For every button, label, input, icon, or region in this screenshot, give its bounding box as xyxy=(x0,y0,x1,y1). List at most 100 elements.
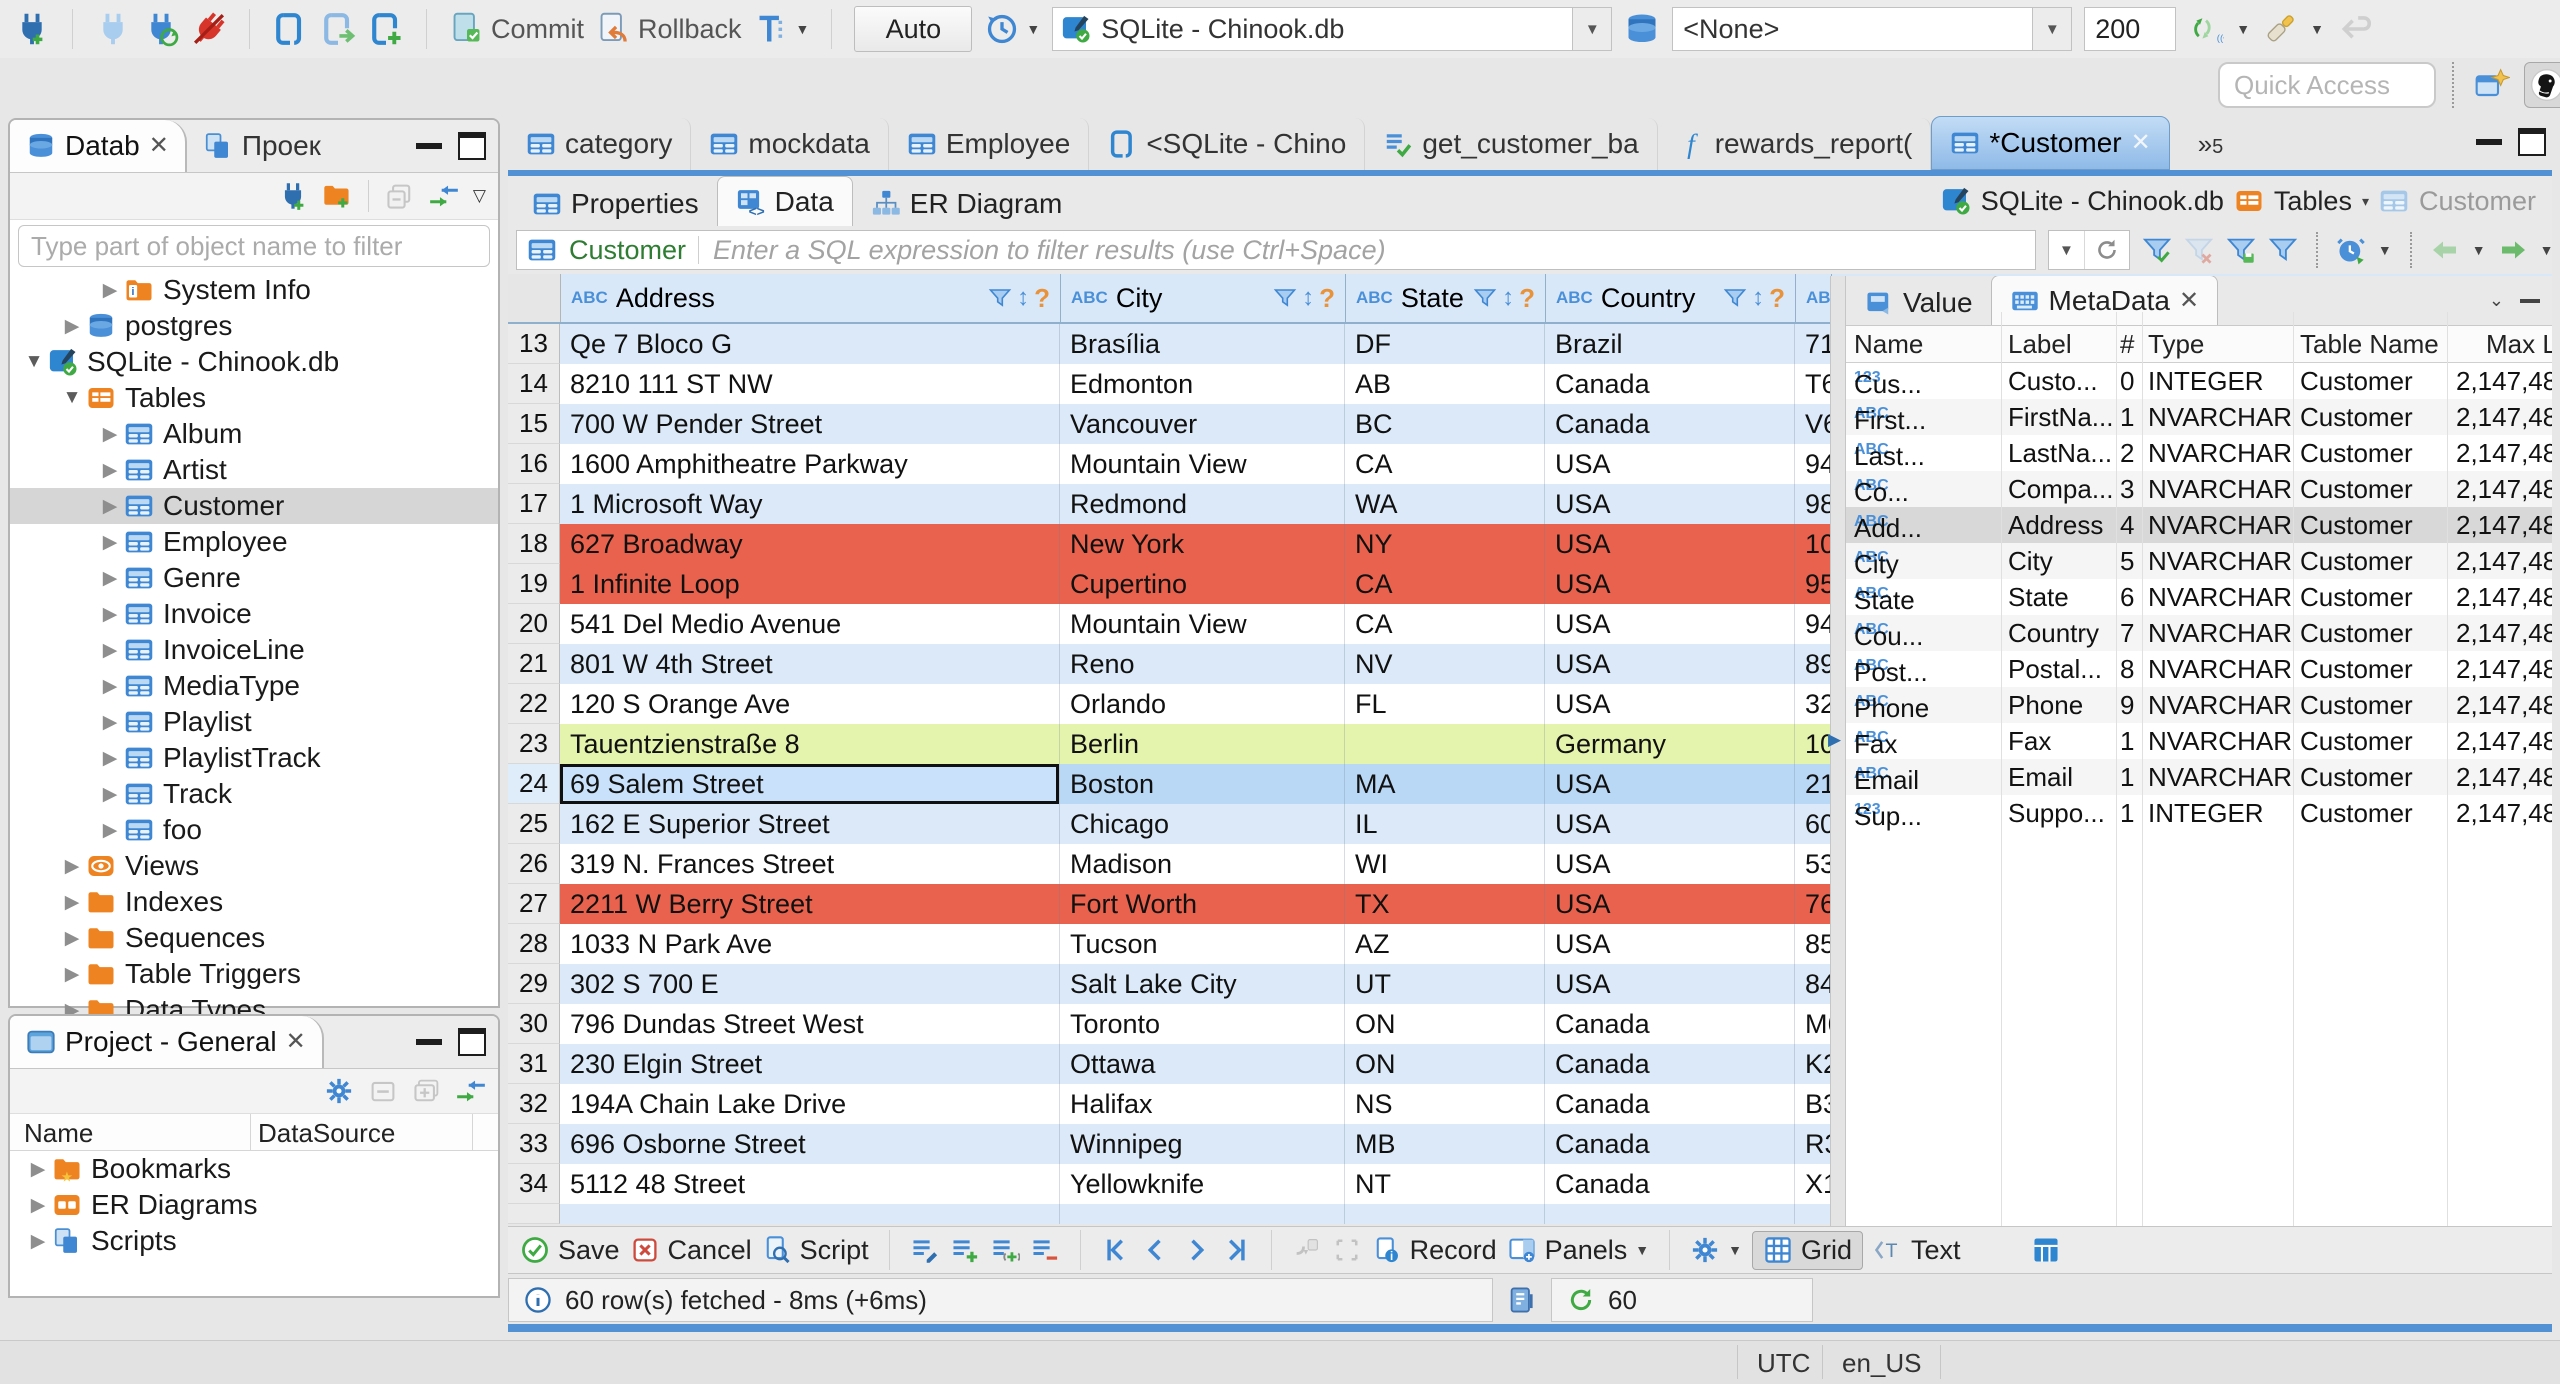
grid-cell[interactable]: FL xyxy=(1345,684,1545,724)
close-icon[interactable]: ✕ xyxy=(149,134,169,158)
grid-cell[interactable]: UT xyxy=(1345,964,1545,1004)
row-number[interactable]: 14 xyxy=(508,364,560,404)
navigator-filter-input[interactable] xyxy=(18,225,490,267)
save-button[interactable]: Save xyxy=(520,1235,620,1266)
grid-cell[interactable]: M6 xyxy=(1795,1004,1831,1044)
rollback-button[interactable]: Rollback xyxy=(596,11,742,47)
tab-database-navigator[interactable]: Datab ✕ xyxy=(10,120,187,172)
grid-cell[interactable]: USA xyxy=(1545,804,1795,844)
grid-cell[interactable]: 10 xyxy=(1795,524,1831,564)
grid-cell[interactable]: 5112 48 Street xyxy=(560,1164,1060,1204)
minimize-icon[interactable] xyxy=(416,143,442,149)
tree-collapsed-arrow-icon[interactable]: ▶ xyxy=(96,531,124,554)
row-number[interactable]: 29 xyxy=(508,964,560,1004)
tree-item-playlisttrack[interactable]: ▶ PlaylistTrack xyxy=(10,740,498,776)
minimize-icon[interactable] xyxy=(2520,298,2540,303)
grid-cell[interactable]: Canada xyxy=(1545,1044,1795,1084)
refresh-connection-icon[interactable]: ((•)) xyxy=(2188,11,2224,47)
search-metadata-icon[interactable] xyxy=(2262,11,2298,47)
tree-item-album[interactable]: ▶ Album xyxy=(10,416,498,452)
breadcrumb-tables[interactable]: Tables xyxy=(2274,186,2352,217)
grid-cell[interactable]: Chicago xyxy=(1060,804,1345,844)
open-perspective-button[interactable] xyxy=(2470,63,2514,107)
grid-cell[interactable]: Brasília xyxy=(1060,324,1345,364)
grid-cell[interactable]: 162 E Superior Street xyxy=(560,804,1060,844)
metadata-column-name[interactable]: Name xyxy=(1854,329,1923,360)
grid-cell[interactable]: Madison xyxy=(1060,844,1345,884)
script-button[interactable]: Script xyxy=(762,1235,869,1266)
grid-cell[interactable]: USA xyxy=(1545,484,1795,524)
apply-filter-icon[interactable] xyxy=(2142,235,2172,265)
calc-panel-icon[interactable] xyxy=(2031,1235,2061,1265)
refresh-green-icon[interactable] xyxy=(1566,1285,1596,1315)
tree-collapsed-arrow-icon[interactable]: ▶ xyxy=(96,495,124,518)
grid-cell[interactable]: Cupertino xyxy=(1060,564,1345,604)
project-item-bookmarks[interactable]: ▶ ★ Bookmarks xyxy=(10,1151,498,1187)
row-number[interactable]: 27 xyxy=(508,884,560,924)
chevron-down-icon[interactable]: ▼ xyxy=(2378,242,2392,258)
grid-cell[interactable]: 89 xyxy=(1795,644,1831,684)
grid-cell[interactable]: Edmonton xyxy=(1060,364,1345,404)
grid-cell[interactable]: DF xyxy=(1345,324,1545,364)
grid-cell[interactable]: USA xyxy=(1545,924,1795,964)
tab-projects[interactable]: Проек xyxy=(187,120,337,172)
column-header-clipped[interactable]: ABC xyxy=(1796,274,1832,322)
grid-cell[interactable]: USA xyxy=(1545,644,1795,684)
breadcrumb-connection[interactable]: SQLite - Chinook.db xyxy=(1981,186,2224,217)
grid-cell[interactable]: Germany xyxy=(1545,724,1795,764)
maximize-icon[interactable] xyxy=(2518,128,2546,156)
grid-cell[interactable]: Canada xyxy=(1545,1124,1795,1164)
new-sql-script-icon[interactable] xyxy=(368,11,404,47)
row-number[interactable]: 17 xyxy=(508,484,560,524)
tree-collapsed-arrow-icon[interactable]: ▶ xyxy=(58,927,86,950)
grid-cell[interactable]: Mountain View xyxy=(1060,604,1345,644)
row-number[interactable]: 23 xyxy=(508,724,560,764)
tree-collapsed-arrow-icon[interactable]: ▶ xyxy=(58,855,86,878)
new-folder-icon[interactable] xyxy=(322,181,352,211)
column-help-icon[interactable]: ? xyxy=(1769,283,1785,314)
column-help-icon[interactable]: ? xyxy=(1319,283,1335,314)
tree-item-postgres[interactable]: ▶ postgres xyxy=(10,308,498,344)
grid-cell[interactable]: 69 Salem Street xyxy=(560,764,1060,804)
filter-funnel-icon[interactable] xyxy=(1473,286,1497,310)
refresh-icon[interactable] xyxy=(2083,231,2129,269)
row-number[interactable]: 20 xyxy=(508,604,560,644)
grid-cell[interactable]: 71 xyxy=(1795,324,1831,364)
grid-cell[interactable]: USA xyxy=(1545,604,1795,644)
grid-cell[interactable]: 1 Infinite Loop xyxy=(560,564,1060,604)
tree-collapsed-arrow-icon[interactable]: ▶ xyxy=(96,279,124,302)
tree-item-invoiceline[interactable]: ▶ InvoiceLine xyxy=(10,632,498,668)
column-header-country[interactable]: ABC Country ↕? xyxy=(1546,274,1796,322)
grid-cell[interactable]: 21 xyxy=(1795,764,1831,804)
tab-value[interactable]: Value xyxy=(1846,281,1991,325)
maximize-icon[interactable] xyxy=(458,132,486,160)
row-number[interactable]: 28 xyxy=(508,924,560,964)
dbeaver-perspective-button[interactable] xyxy=(2524,62,2560,108)
grid-cell[interactable]: 84 xyxy=(1795,964,1831,1004)
close-icon[interactable]: ✕ xyxy=(2179,288,2199,313)
column-name[interactable]: Name xyxy=(24,1118,93,1149)
tree-collapsed-arrow-icon[interactable]: ▶ xyxy=(24,1194,52,1217)
sort-icon[interactable]: ↕ xyxy=(1302,284,1314,312)
row-number[interactable]: 32 xyxy=(508,1084,560,1124)
filter-funnel-icon[interactable] xyxy=(1723,286,1747,310)
tree-collapsed-arrow-icon[interactable]: ▶ xyxy=(96,423,124,446)
grid-cell[interactable]: USA xyxy=(1545,764,1795,804)
grid-cell[interactable]: New York xyxy=(1060,524,1345,564)
grid-cell[interactable]: 541 Del Medio Avenue xyxy=(560,604,1060,644)
maximize-icon[interactable] xyxy=(458,1028,486,1056)
panel-divider[interactable] xyxy=(1830,276,1846,1226)
grid-cell[interactable]: NV xyxy=(1345,644,1545,684)
chevron-down-icon[interactable]: ▼ xyxy=(2310,21,2324,37)
tree-item-employee[interactable]: ▶ Employee xyxy=(10,524,498,560)
grid-cell[interactable]: AB xyxy=(1345,364,1545,404)
grid-cell[interactable]: Salt Lake City xyxy=(1060,964,1345,1004)
editor-tab-employee[interactable]: Employee xyxy=(889,118,1090,170)
grid-cell[interactable]: 76 xyxy=(1795,884,1831,924)
grid-cell[interactable]: MA xyxy=(1345,764,1545,804)
filter-history-dropdown[interactable]: ▼ xyxy=(2048,230,2130,270)
grid-cell[interactable]: 319 N. Frances Street xyxy=(560,844,1060,884)
grid-cell[interactable]: 801 W 4th Street xyxy=(560,644,1060,684)
grid-cell[interactable]: USA xyxy=(1545,524,1795,564)
grid-cell[interactable]: Brazil xyxy=(1545,324,1795,364)
